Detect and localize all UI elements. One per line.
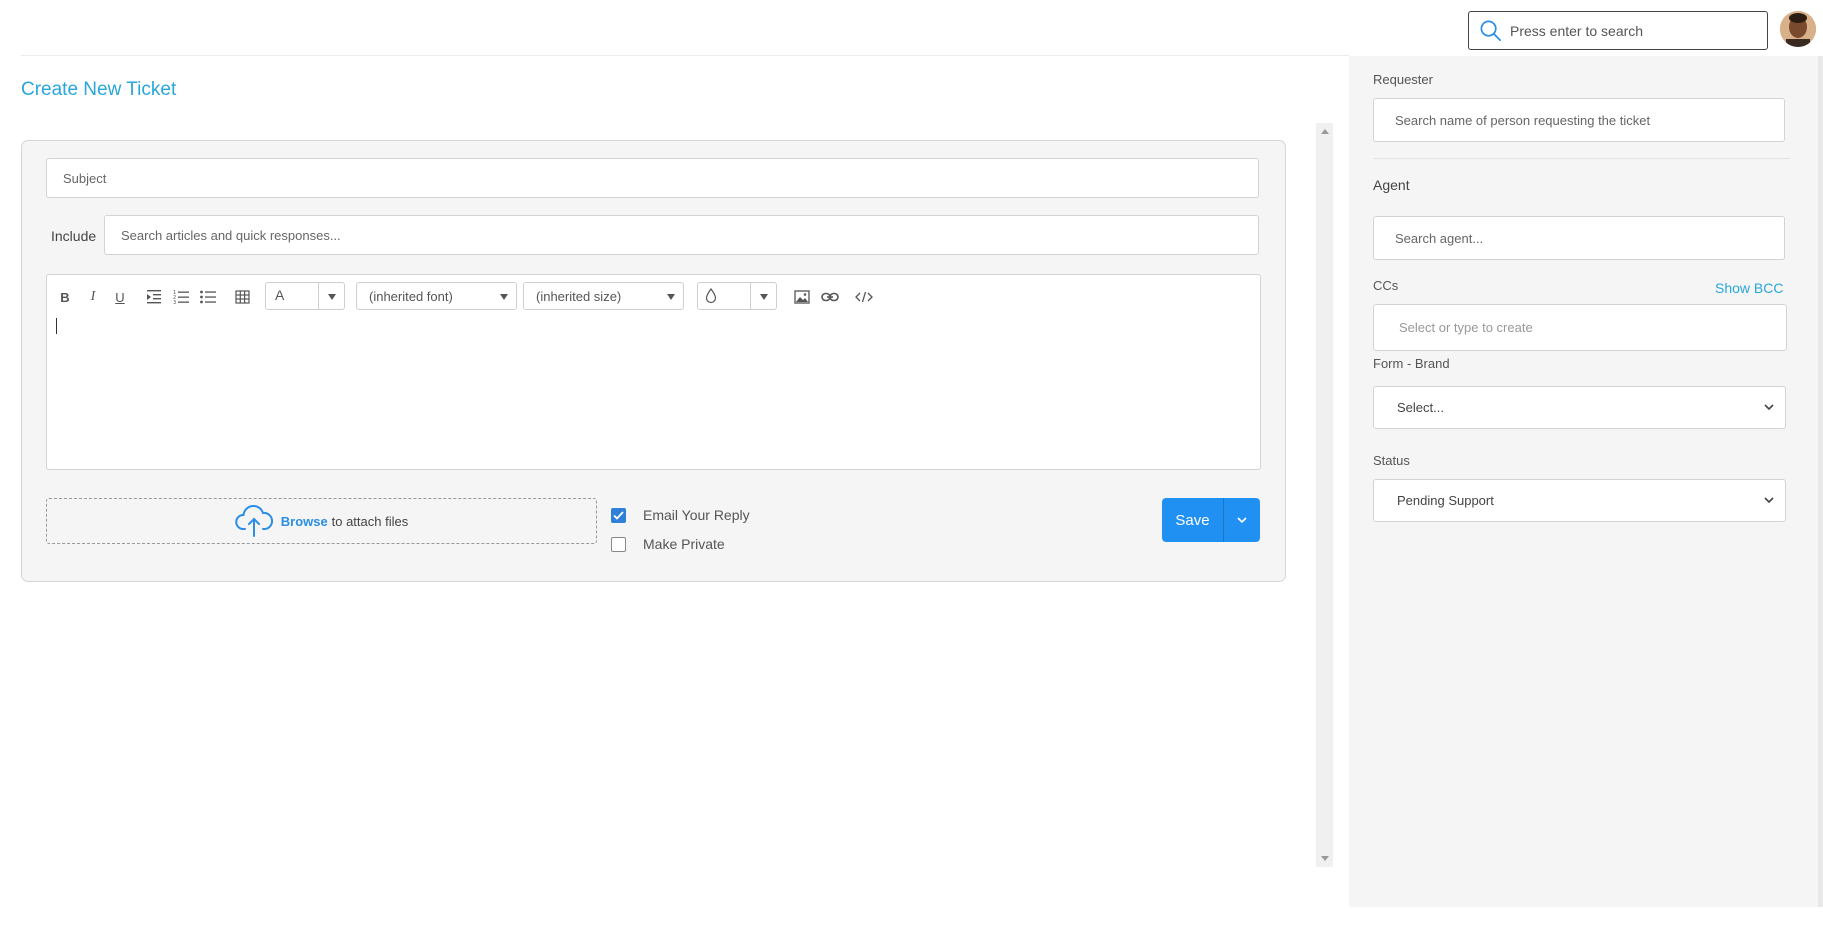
email-reply-checkbox[interactable] [611,507,626,523]
browse-link[interactable]: Browse [281,514,328,529]
make-private-option[interactable]: Make Private [611,536,725,552]
agent-input[interactable] [1374,217,1784,259]
image-icon [794,290,810,304]
make-private-label: Make Private [643,536,725,552]
text-cursor [56,318,57,334]
rich-text-editor[interactable]: B I U 123 A (inherited font) (inherited … [46,274,1261,470]
search-input[interactable] [1510,22,1750,39]
agent-field[interactable] [1373,216,1785,260]
bullet-list-button[interactable] [199,287,217,307]
table-icon [235,289,250,304]
italic-button[interactable]: I [85,287,101,307]
save-options-button[interactable] [1224,498,1260,542]
status-select[interactable]: Pending Support [1373,479,1786,522]
ordered-list-button[interactable]: 123 [172,287,190,307]
background-color-picker[interactable] [697,282,777,310]
panel-scrollbar[interactable] [1818,56,1823,907]
panel-divider [1373,158,1790,159]
link-icon [821,292,839,302]
ccs-field[interactable] [1373,304,1787,351]
status-label: Status [1373,453,1410,468]
top-bar [0,0,1823,56]
ordered-list-icon: 123 [173,290,189,304]
font-family-value: (inherited font) [369,288,453,304]
code-icon [855,291,873,303]
make-private-checkbox[interactable] [611,536,626,552]
background-color-caret-icon[interactable] [760,294,768,300]
user-avatar-icon [1780,11,1816,47]
underline-button[interactable]: U [112,287,128,307]
font-size-select[interactable]: (inherited size) [523,282,684,310]
font-color-icon: A [275,287,285,303]
code-view-button[interactable] [854,287,874,307]
agent-label: Agent [1373,177,1410,193]
editor-toolbar: B I U 123 A (inherited font) (inherited … [47,275,1260,315]
global-search[interactable] [1468,11,1768,50]
include-label: Include [51,228,97,244]
requester-input[interactable] [1374,99,1784,141]
svg-text:3: 3 [173,300,176,304]
save-button-group: Save [1162,498,1260,542]
table-button[interactable] [234,287,252,307]
brand-value: Select... [1397,400,1444,415]
checkmark-icon [613,510,624,520]
bold-button[interactable]: B [57,287,73,307]
font-color-caret-icon[interactable] [328,294,336,300]
page-title: Create New Ticket [21,79,177,100]
ccs-input[interactable] [1374,305,1786,350]
email-reply-label: Email Your Reply [643,507,750,523]
attach-hint: to attach files [331,514,409,529]
chevron-down-icon [1237,517,1247,524]
include-field[interactable] [104,215,1259,255]
main-scrollbar[interactable] [1316,123,1333,867]
indent-icon [147,290,161,304]
avatar[interactable] [1780,11,1816,47]
subject-field[interactable] [46,158,1259,198]
ticket-form-card: Include B I U 123 A [21,140,1286,582]
ccs-label: CCs [1373,278,1399,293]
chevron-down-icon [1764,497,1774,504]
bullet-list-icon [200,290,216,304]
header-divider [21,55,1349,56]
chevron-down-icon [1764,404,1774,411]
font-size-value: (inherited size) [536,288,622,304]
include-search-input[interactable] [105,216,1258,254]
brand-select[interactable]: Select... [1373,386,1786,429]
requester-label: Requester [1373,72,1433,87]
requester-field[interactable] [1373,98,1785,142]
chevron-down-icon [500,294,508,300]
file-attach-dropzone[interactable]: Browse to attach files [46,498,597,544]
scroll-down-icon[interactable] [1321,856,1329,861]
search-icon [1480,20,1501,41]
cloud-upload-icon [235,505,273,537]
chevron-down-icon [667,294,675,300]
font-family-select[interactable]: (inherited font) [356,282,517,310]
font-color-picker[interactable]: A [265,282,345,310]
indent-button[interactable] [145,287,163,307]
save-button[interactable]: Save [1162,498,1223,542]
ticket-properties-panel: Requester Agent CCs Show BCC Form - Bran… [1349,56,1823,907]
insert-link-button[interactable] [820,287,840,307]
subject-input[interactable] [47,159,1258,197]
brand-label: Form - Brand [1373,356,1450,371]
scroll-up-icon[interactable] [1321,129,1329,134]
color-drop-icon [705,288,717,304]
email-reply-option[interactable]: Email Your Reply [611,507,750,523]
insert-image-button[interactable] [793,287,811,307]
status-value: Pending Support [1397,493,1494,508]
show-bcc-link[interactable]: Show BCC [1715,280,1783,296]
